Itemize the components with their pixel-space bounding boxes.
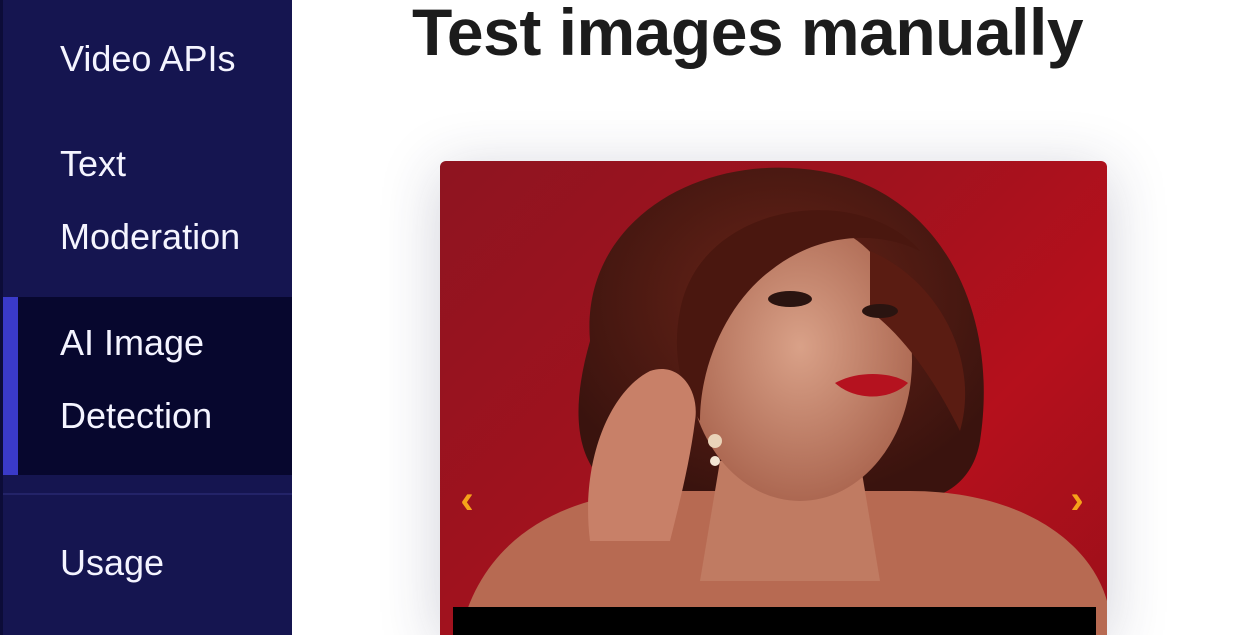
sidebar-item-label: Moderation <box>60 216 241 257</box>
sidebar-item-usage[interactable]: Usage <box>3 526 292 599</box>
sidebar-item-text-moderation[interactable]: Text Moderation <box>3 127 292 273</box>
sidebar-divider <box>3 493 292 495</box>
sidebar: Video APIs Text Moderation AI Image Dete… <box>0 0 292 635</box>
carousel-prev-button[interactable]: ‹ <box>452 477 482 523</box>
sidebar-item-label: Usage <box>60 542 165 583</box>
sidebar-item-label: AI Image <box>60 322 205 363</box>
image-carousel-card <box>440 161 1107 635</box>
active-indicator <box>3 297 18 475</box>
chevron-right-icon: › <box>1070 477 1084 522</box>
sidebar-item-label: Detection <box>60 395 213 436</box>
sidebar-item-label: Text <box>60 143 127 184</box>
page-title: Test images manually <box>412 0 1084 69</box>
carousel-image <box>440 161 1107 635</box>
portrait-photo <box>460 167 1107 635</box>
sidebar-item-label: Video APIs <box>60 38 236 79</box>
sidebar-item-ai-image-detection[interactable]: AI Image Detection <box>3 297 292 475</box>
chevron-left-icon: ‹ <box>460 477 474 522</box>
sidebar-item-video-apis[interactable]: Video APIs <box>3 22 292 95</box>
image-caption-bar <box>453 607 1096 635</box>
carousel-next-button[interactable]: › <box>1062 477 1092 523</box>
